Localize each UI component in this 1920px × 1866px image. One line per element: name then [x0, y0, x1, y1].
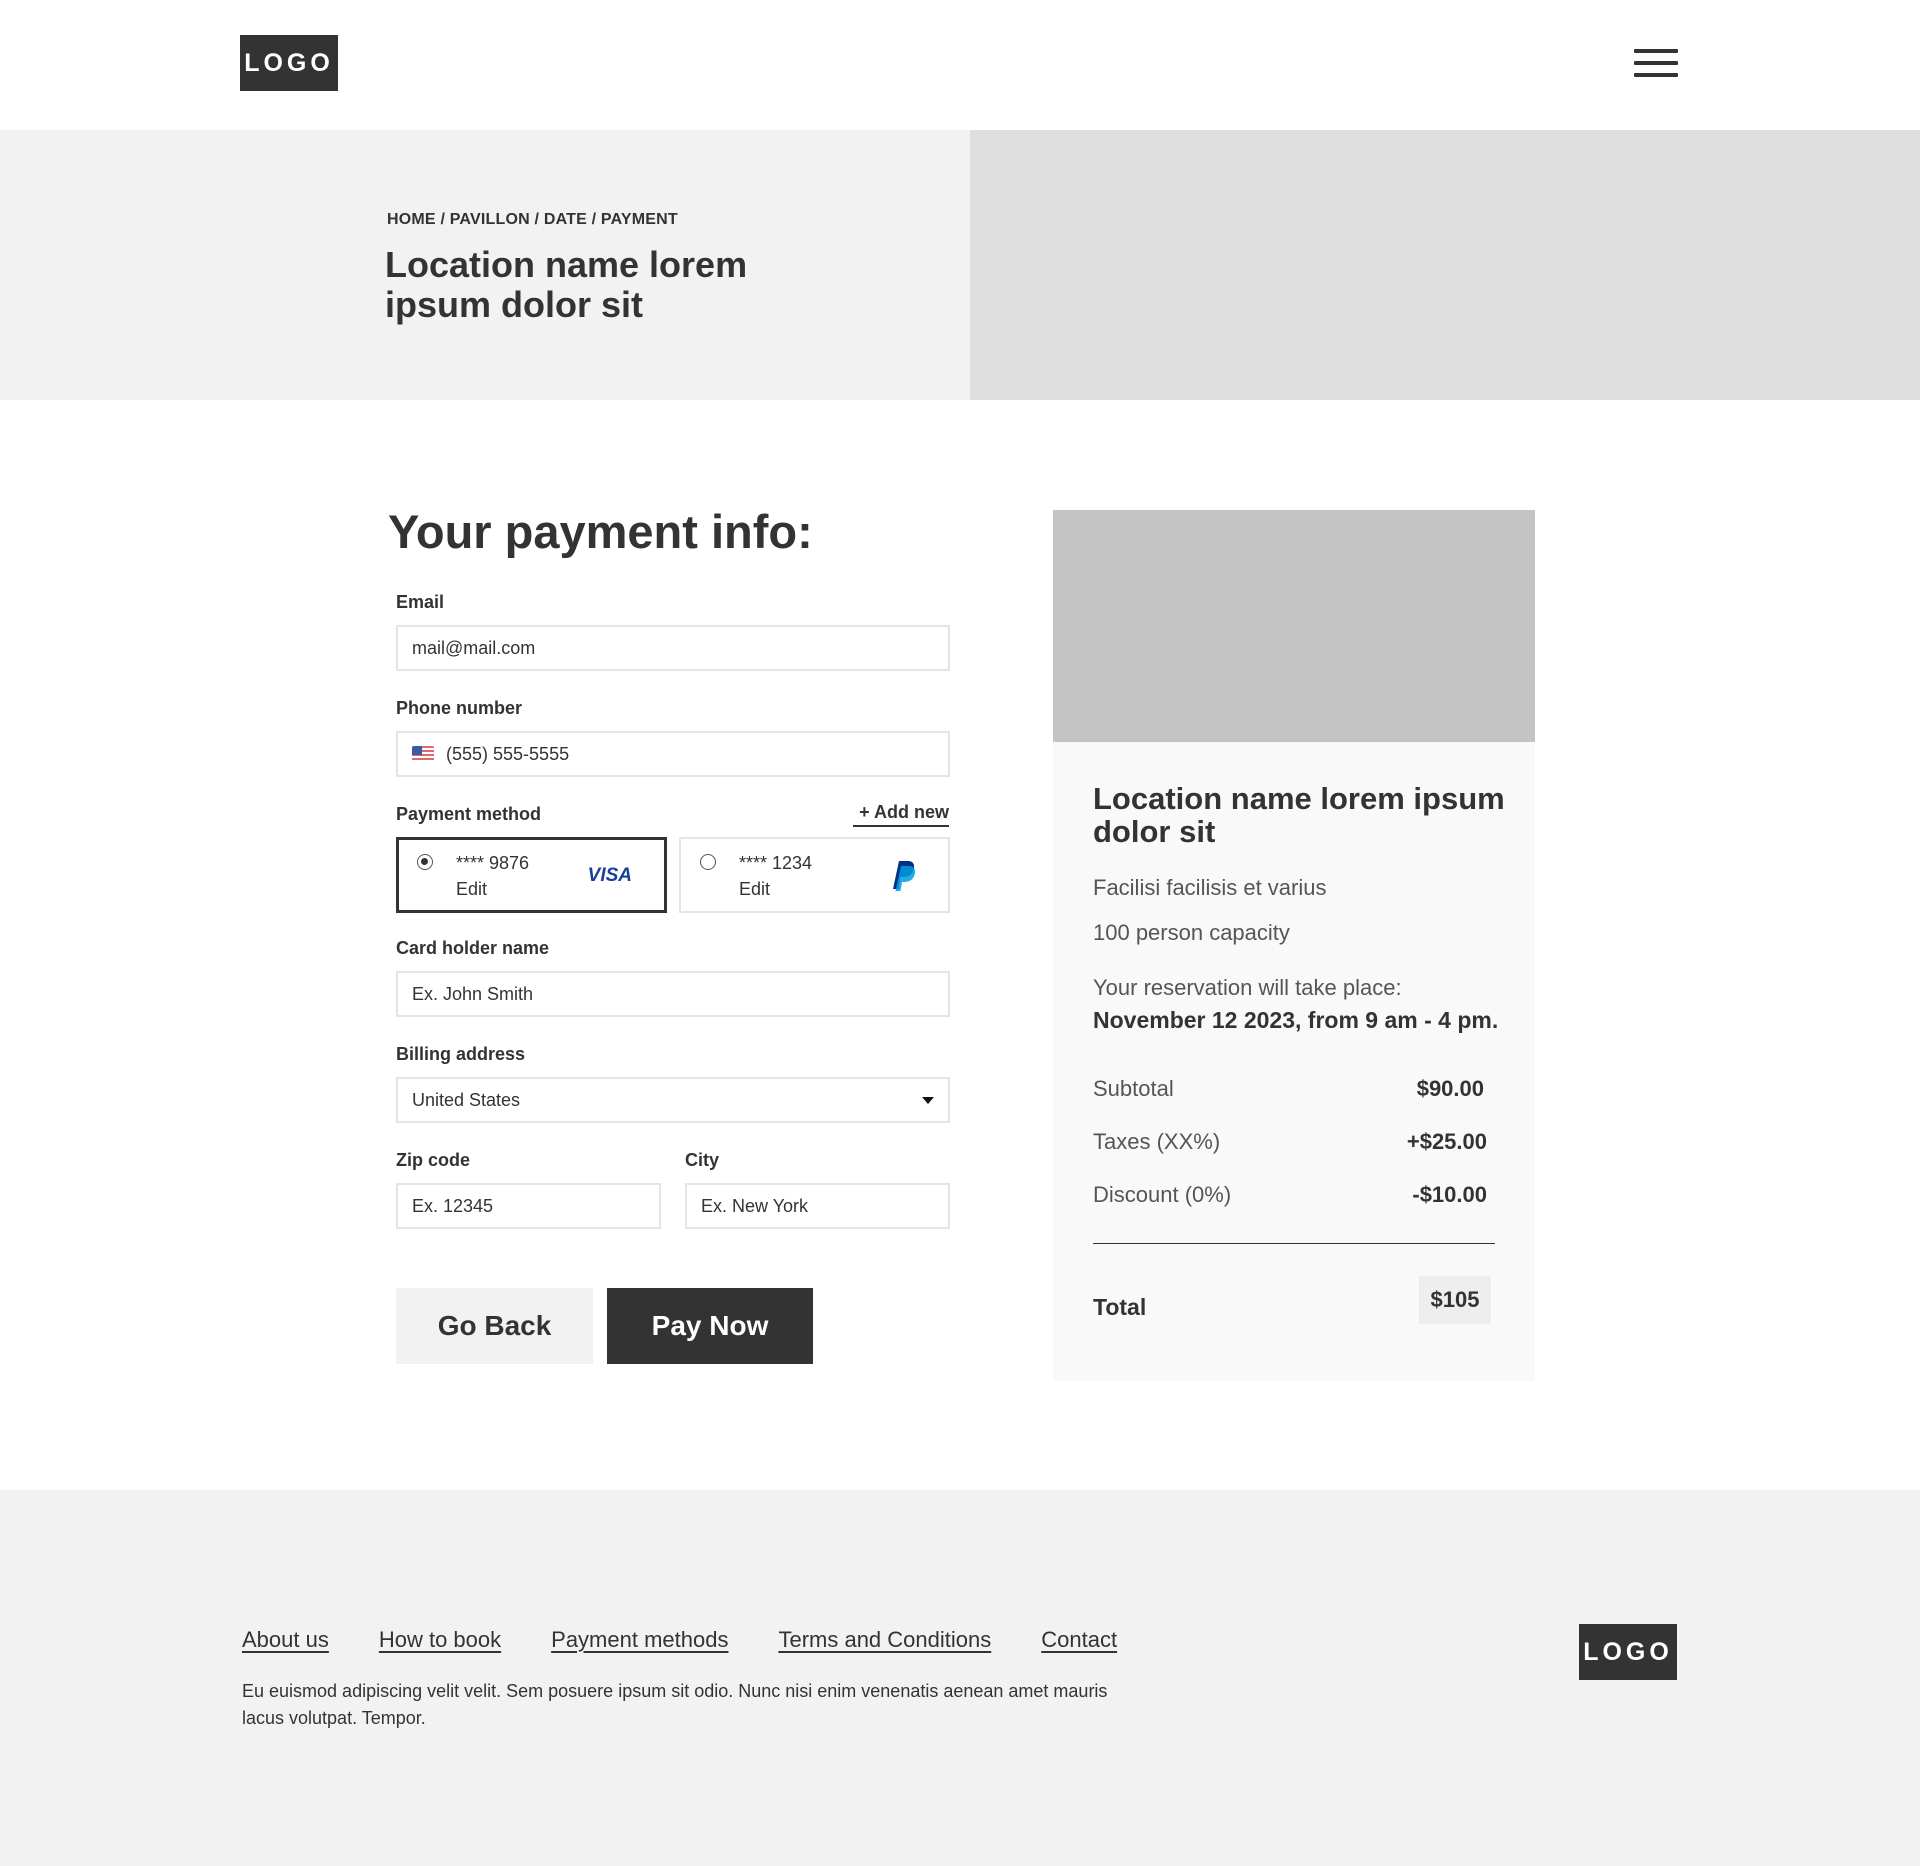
summary-title: Location name lorem ipsum dolor sit: [1093, 781, 1505, 849]
chevron-down-icon: [922, 1097, 934, 1104]
card-holder-label: Card holder name: [396, 938, 550, 958]
discount-label: Discount (0%): [1093, 1182, 1232, 1207]
footer-link-terms[interactable]: Terms and Conditions: [778, 1627, 991, 1653]
hamburger-line: [1634, 61, 1678, 65]
card-number: **** 1234: [739, 853, 813, 873]
city-label: City: [685, 1150, 720, 1170]
summary-divider: [1093, 1243, 1495, 1244]
breadcrumb-home[interactable]: HOME: [387, 211, 436, 228]
phone-label: Phone number: [396, 698, 523, 718]
radio-selected-icon[interactable]: [417, 854, 433, 870]
zip-label: Zip code: [396, 1150, 471, 1170]
city-placeholder: Ex. New York: [701, 1195, 809, 1216]
reservation-date: November 12 2023, from 9 am - 4 pm.: [1093, 1007, 1499, 1033]
location-image-placeholder: [1053, 510, 1535, 742]
breadcrumb-separator: /: [435, 211, 450, 228]
email-field[interactable]: mail@mail.com: [396, 625, 950, 671]
summary-description: Facilisi facilisis et varius: [1093, 875, 1327, 900]
card-holder-placeholder: Ex. John Smith: [412, 983, 534, 1004]
breadcrumb-separator: /: [586, 211, 601, 228]
total-label: Total: [1093, 1294, 1147, 1320]
go-back-button[interactable]: Go Back: [396, 1288, 593, 1364]
total-value: $105: [1419, 1276, 1491, 1324]
phone-field[interactable]: (555) 555-5555: [396, 731, 950, 777]
taxes-label: Taxes (XX%): [1093, 1129, 1221, 1154]
subtotal-label: Subtotal: [1093, 1076, 1174, 1101]
paypal-icon: [893, 861, 916, 891]
payment-method-label: Payment method: [396, 804, 542, 824]
city-field[interactable]: Ex. New York: [685, 1183, 950, 1229]
hamburger-line: [1634, 73, 1678, 77]
card-holder-field[interactable]: Ex. John Smith: [396, 971, 950, 1017]
footer-link-how-to-book[interactable]: How to book: [379, 1627, 501, 1653]
breadcrumb-payment[interactable]: PAYMENT: [601, 211, 678, 228]
email-value: mail@mail.com: [412, 637, 536, 658]
subtotal-value: $90.00: [1416, 1076, 1484, 1101]
card-number: **** 9876: [456, 853, 530, 873]
phone-value: (555) 555-5555: [446, 743, 570, 764]
billing-address-select[interactable]: United States: [396, 1077, 950, 1123]
breadcrumb-date[interactable]: DATE: [544, 211, 587, 228]
reservation-label: Your reservation will take place:: [1093, 975, 1402, 1000]
discount-value: -$10.00: [1412, 1182, 1487, 1207]
footer-nav: About us How to book Payment methods Ter…: [242, 1627, 1117, 1653]
form-title: Your payment info:: [388, 505, 813, 558]
breadcrumb-separator: /: [529, 211, 544, 228]
pay-now-button[interactable]: Pay Now: [607, 1288, 813, 1364]
site-header: LOGO: [0, 0, 1920, 130]
us-flag-icon: [412, 746, 434, 762]
billing-address-value: United States: [412, 1089, 521, 1110]
footer-link-about[interactable]: About us: [242, 1627, 329, 1653]
footer-logo[interactable]: LOGO: [1579, 1624, 1677, 1680]
breadcrumb: HOME / PAVILLON / DATE / PAYMENT: [387, 211, 678, 229]
edit-card-link[interactable]: Edit: [456, 879, 487, 900]
zip-placeholder: Ex. 12345: [412, 1195, 494, 1216]
breadcrumb-pavillon[interactable]: PAVILLON: [450, 211, 530, 228]
hamburger-menu-icon[interactable]: [1632, 46, 1680, 82]
footer-link-payment-methods[interactable]: Payment methods: [551, 1627, 728, 1653]
footer-link-contact[interactable]: Contact: [1041, 1627, 1117, 1653]
payment-card-visa[interactable]: **** 9876 Edit VISA: [396, 837, 667, 913]
edit-card-link[interactable]: Edit: [739, 879, 770, 900]
hero-image-placeholder: [970, 130, 1920, 400]
page-title: Location name lorem ipsum dolor sit: [385, 244, 748, 325]
billing-address-label: Billing address: [396, 1044, 526, 1064]
email-label: Email: [396, 592, 445, 612]
footer-description: Eu euismod adipiscing velit velit. Sem p…: [242, 1681, 1108, 1728]
add-new-payment-link[interactable]: + Add new: [853, 802, 949, 827]
visa-logo: VISA: [587, 865, 632, 886]
zip-field[interactable]: Ex. 12345: [396, 1183, 661, 1229]
hamburger-line: [1634, 49, 1678, 53]
summary-capacity: 100 person capacity: [1093, 920, 1290, 945]
header-logo[interactable]: LOGO: [240, 35, 338, 91]
radio-unselected-icon[interactable]: [700, 854, 716, 870]
reservation-summary-card: Location name lorem ipsum dolor sit Faci…: [1053, 510, 1535, 1381]
taxes-value: +$25.00: [1406, 1129, 1487, 1154]
payment-card-paypal[interactable]: **** 1234 Edit: [679, 837, 950, 913]
